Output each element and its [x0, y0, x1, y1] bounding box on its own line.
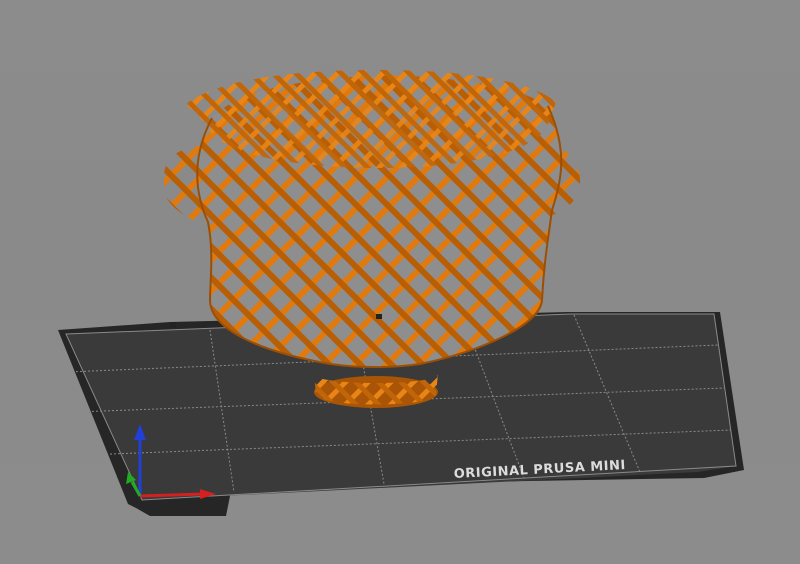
scene-canvas[interactable]: ORIGINAL PRUSA MINI — [0, 0, 800, 564]
bed-marker-center — [376, 314, 382, 319]
x-axis — [139, 492, 205, 498]
3d-viewport[interactable]: ORIGINAL PRUSA MINI — [0, 0, 800, 564]
bed-marker-left — [170, 322, 176, 328]
